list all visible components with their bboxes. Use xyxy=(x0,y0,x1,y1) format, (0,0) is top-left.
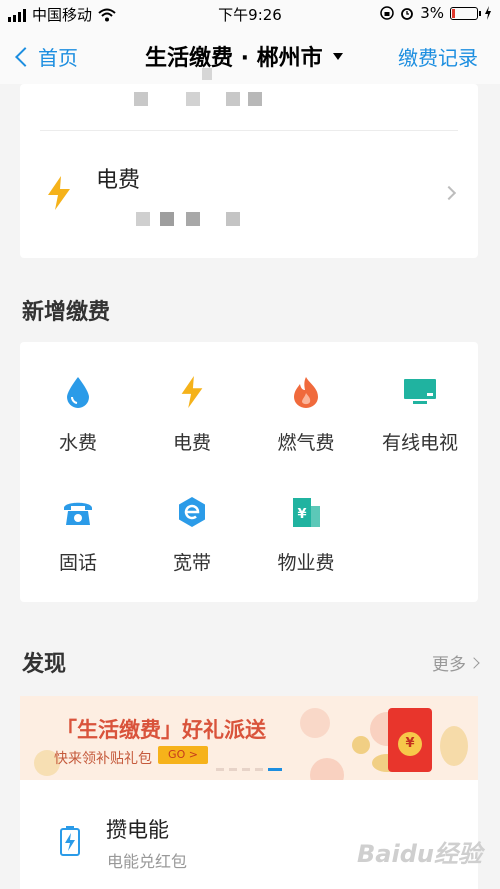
coin-decoration xyxy=(352,736,370,754)
water-drop-icon xyxy=(67,377,89,408)
payment-item-label: 有线电视 xyxy=(381,432,458,454)
section-title-discover: 发现 xyxy=(22,652,67,677)
caret-down-icon xyxy=(332,52,343,60)
more-label: 更多 xyxy=(432,655,466,675)
banner-go-button[interactable]: GO > xyxy=(158,746,208,764)
payment-item-label: 物业费 xyxy=(277,552,335,574)
nav-bar: 首页 生活缴费 · 郴州市 缴费记录 xyxy=(0,28,500,84)
back-button[interactable]: 首页 xyxy=(15,42,78,71)
orientation-lock-icon xyxy=(380,6,394,20)
section-title-new-payment: 新增缴费 xyxy=(22,300,111,325)
payment-item-label: 燃气费 xyxy=(277,432,335,454)
carousel-indicator xyxy=(216,768,282,771)
promo-banner[interactable]: 「生活缴费」好礼派送 快来领补贴礼包 GO > ¥ xyxy=(20,696,478,780)
lightning-icon xyxy=(181,376,203,408)
status-right: 3% xyxy=(380,4,492,22)
payment-item-label: 固话 xyxy=(58,552,97,574)
battery-percent: 3% xyxy=(420,4,444,22)
carousel-dot xyxy=(255,768,263,771)
payment-item-label: 水费 xyxy=(58,432,97,454)
blurred-text xyxy=(136,212,150,226)
blurred-text xyxy=(186,92,200,106)
alarm-icon xyxy=(401,8,414,20)
chevron-left-icon xyxy=(15,47,35,67)
telephone-icon xyxy=(64,502,92,525)
battery-icon xyxy=(450,6,481,20)
divider xyxy=(40,130,458,131)
decoration xyxy=(310,758,344,780)
svg-text:¥: ¥ xyxy=(297,507,306,522)
blurred-text xyxy=(160,212,174,226)
blurred-text xyxy=(226,212,240,226)
payment-records-button[interactable]: 缴费记录 xyxy=(398,42,478,71)
page-title: 生活缴费 · 郴州市 xyxy=(145,46,323,71)
blurred-text xyxy=(134,92,148,106)
payment-item-gas[interactable]: 燃气费 xyxy=(251,374,361,455)
chevron-right-icon xyxy=(441,185,457,201)
yuan-coin-icon: ¥ xyxy=(398,732,422,756)
charging-icon xyxy=(485,6,491,20)
bill-card: 电费 xyxy=(20,68,478,258)
battery-charge-icon xyxy=(60,826,80,856)
banner-subtitle: 快来领补贴礼包 xyxy=(54,751,152,767)
payment-item-property[interactable]: ¥ 物业费 xyxy=(251,494,361,575)
promo-title: 攒电能 xyxy=(106,818,169,842)
carousel-dot-active xyxy=(268,768,282,771)
payment-item-cable-tv[interactable]: 有线电视 xyxy=(365,374,475,455)
lightning-icon xyxy=(48,176,70,210)
city-selector[interactable]: 生活缴费 · 郴州市 xyxy=(145,40,343,72)
blurred-text xyxy=(186,212,200,226)
payment-item-landline[interactable]: 固话 xyxy=(23,494,133,575)
watermark: Baidu经验 xyxy=(357,840,482,868)
payment-item-broadband[interactable]: 宽带 xyxy=(137,494,247,575)
payment-item-label: 电费 xyxy=(172,432,211,454)
promo-subtitle: 电能兑红包 xyxy=(107,852,188,871)
payment-item-water[interactable]: 水费 xyxy=(23,374,133,455)
chevron-right-icon xyxy=(468,656,480,669)
blurred-text xyxy=(248,92,262,106)
payment-item-electricity[interactable]: 电费 xyxy=(137,374,247,455)
status-bar: 中国移动 下午9:26 3% xyxy=(0,0,500,28)
back-label: 首页 xyxy=(38,46,78,70)
carousel-dot xyxy=(229,768,237,771)
carousel-dot xyxy=(242,768,250,771)
more-link[interactable]: 更多 xyxy=(432,650,480,675)
red-envelope-icon: ¥ xyxy=(388,708,432,772)
blurred-text xyxy=(202,68,212,80)
carousel-dot xyxy=(216,768,224,771)
building-icon: ¥ xyxy=(293,498,320,527)
broadband-icon xyxy=(179,497,205,527)
coin-decoration xyxy=(440,726,468,766)
banner-title: 「生活缴费」好礼派送 xyxy=(56,718,266,742)
tv-icon xyxy=(404,379,436,404)
flame-icon xyxy=(294,377,318,408)
bill-item-label: 电费 xyxy=(96,168,141,193)
payment-item-label: 宽带 xyxy=(172,552,211,574)
blurred-text xyxy=(226,92,240,106)
decoration xyxy=(300,708,330,738)
new-payment-grid: 水费 电费 燃气费 有线电视 固话 宽带 ¥ 物业费 xyxy=(20,342,478,602)
